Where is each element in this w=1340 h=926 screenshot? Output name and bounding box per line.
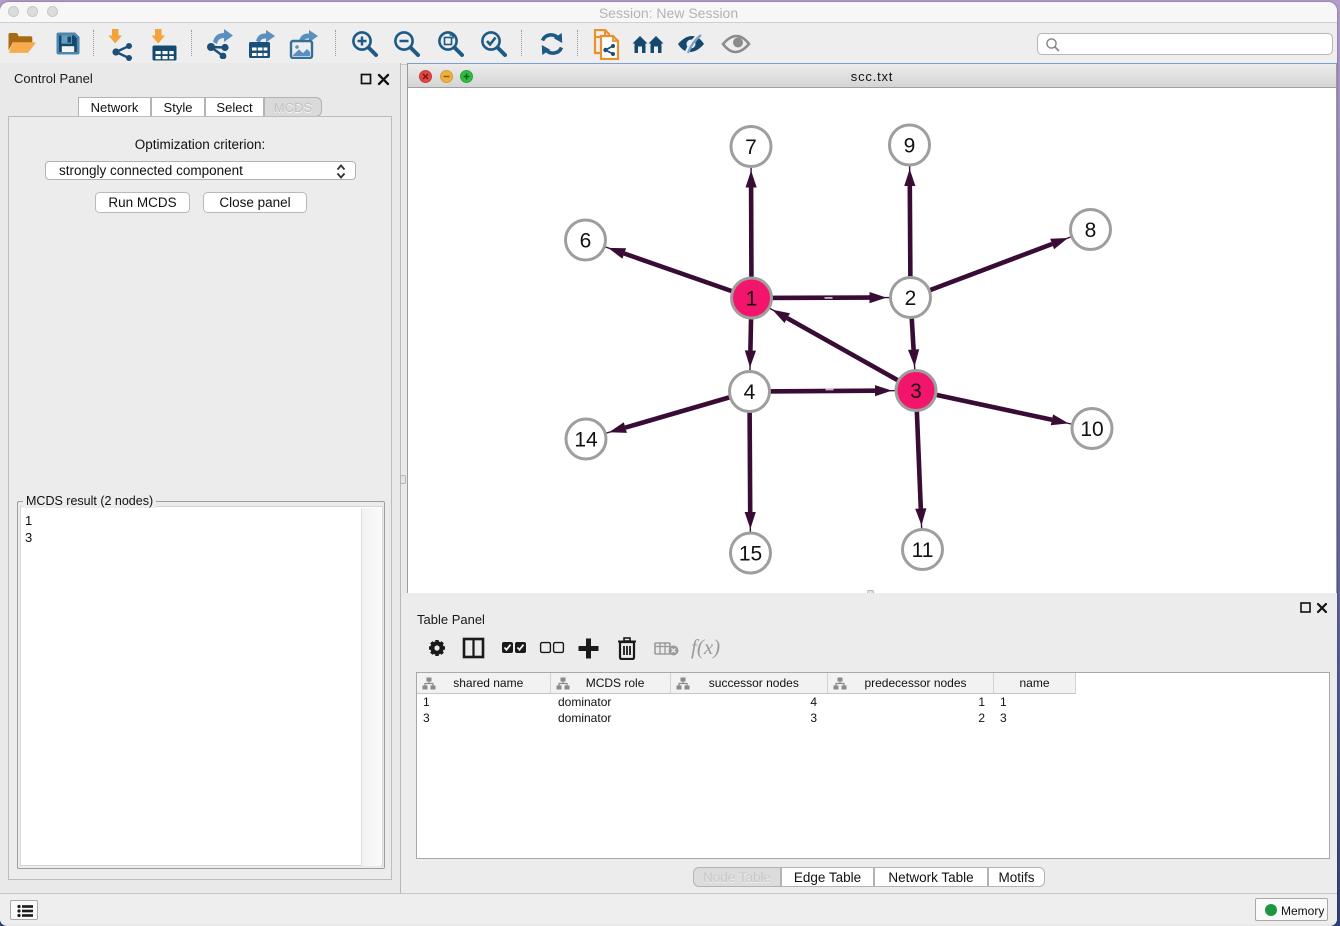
svg-text:6: 6 [580, 230, 592, 253]
svg-text:2: 2 [905, 287, 917, 310]
svg-text:4: 4 [744, 381, 756, 404]
svg-text:1: 1 [746, 288, 758, 311]
svg-text:9: 9 [904, 135, 916, 158]
svg-text:3: 3 [910, 380, 922, 403]
svg-text:11: 11 [912, 539, 934, 562]
svg-text:14: 14 [574, 429, 598, 452]
svg-text:8: 8 [1085, 219, 1097, 242]
svg-text:15: 15 [739, 543, 762, 566]
svg-text:7: 7 [745, 136, 757, 159]
svg-text:10: 10 [1080, 418, 1103, 441]
